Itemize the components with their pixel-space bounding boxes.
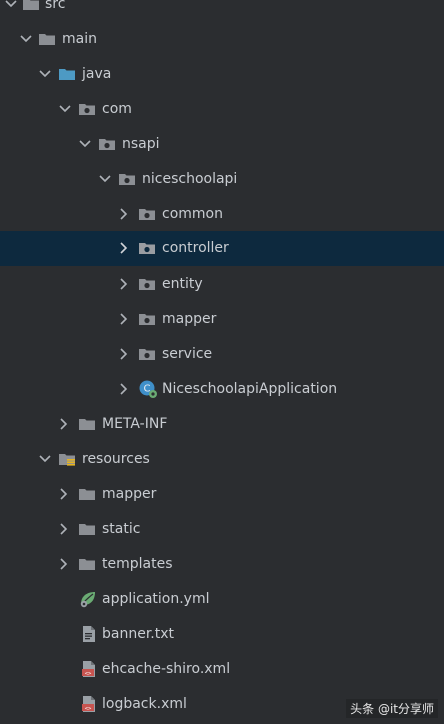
package-icon — [139, 279, 155, 290]
tree-row-niceschoolapi[interactable]: niceschoolapi — [0, 162, 444, 197]
tree-row-static[interactable]: static — [0, 512, 444, 547]
chevron-right-icon[interactable] — [115, 276, 131, 292]
tree-item-label: com — [102, 101, 132, 117]
chevron-right-icon[interactable] — [55, 556, 71, 572]
chevron-right-icon[interactable] — [55, 416, 71, 432]
package-icon — [139, 243, 155, 254]
tree-item-label: service — [162, 346, 213, 362]
chevron-right-icon[interactable] — [55, 521, 71, 537]
tree-row-entity[interactable]: entity — [0, 267, 444, 302]
chevron-down-icon[interactable] — [37, 66, 53, 82]
tree-item-label: templates — [102, 556, 173, 572]
tree-item-label: common — [162, 206, 223, 222]
tree-row-niceschoolapi-application[interactable]: C NiceschoolapiApplication — [0, 372, 444, 407]
tree-item-label: src — [45, 0, 66, 12]
folder-icon — [79, 489, 95, 500]
svg-text:<>: <> — [85, 671, 92, 677]
chevron-right-icon[interactable] — [115, 240, 131, 256]
svg-text:<>: <> — [85, 706, 92, 712]
tree-item-label: application.yml — [102, 591, 210, 607]
text-file-icon — [83, 626, 95, 642]
tree-item-label: controller — [162, 240, 229, 256]
package-icon — [139, 349, 155, 360]
tree-row-resources[interactable]: resources — [0, 442, 444, 477]
source-folder-icon — [59, 69, 75, 80]
tree-row-banner-txt[interactable]: banner.txt — [0, 617, 444, 652]
tree-row-java[interactable]: java — [0, 57, 444, 92]
tree-row-com[interactable]: com — [0, 92, 444, 127]
chevron-down-icon[interactable] — [37, 451, 53, 467]
package-icon — [99, 139, 115, 150]
tree-item-label: static — [102, 521, 141, 537]
tree-row-meta-inf[interactable]: META-INF — [0, 407, 444, 442]
package-icon — [139, 314, 155, 325]
tree-row-ehcache-shiro-xml[interactable]: <> ehcache-shiro.xml — [0, 652, 444, 687]
xml-file-icon: <> — [82, 661, 95, 677]
chevron-down-icon[interactable] — [97, 171, 113, 187]
tree-item-label: logback.xml — [102, 696, 187, 712]
tree-row-main[interactable]: main — [0, 22, 444, 57]
tree-item-label: resources — [82, 451, 150, 467]
tree-item-label: java — [82, 66, 112, 82]
tree-row-templates[interactable]: templates — [0, 547, 444, 582]
package-icon — [79, 104, 95, 115]
tree-item-label: niceschoolapi — [142, 171, 238, 187]
folder-icon — [79, 419, 95, 430]
tree-row-resources-mapper[interactable]: mapper — [0, 477, 444, 512]
tree-item-label: META-INF — [102, 416, 168, 432]
chevron-right-icon[interactable] — [55, 486, 71, 502]
chevron-right-icon[interactable] — [115, 346, 131, 362]
tree-item-label: main — [62, 31, 97, 47]
package-icon — [119, 174, 135, 185]
folder-icon — [23, 0, 39, 10]
folder-icon — [39, 34, 55, 45]
xml-file-icon: <> — [82, 696, 95, 712]
tree-row-application-yml[interactable]: application.yml — [0, 582, 444, 617]
tree-row-src[interactable]: src — [0, 0, 444, 22]
spring-config-file-icon — [80, 592, 95, 608]
tree-item-label: ehcache-shiro.xml — [102, 661, 231, 677]
chevron-down-icon[interactable] — [3, 0, 19, 12]
tree-row-common[interactable]: common — [0, 197, 444, 232]
tree-row-controller[interactable]: controller — [0, 231, 444, 266]
tree-row-nsapi[interactable]: nsapi — [0, 127, 444, 162]
folder-icon — [79, 524, 95, 535]
folder-icon — [79, 559, 95, 570]
chevron-right-icon[interactable] — [115, 311, 131, 327]
resources-folder-icon — [59, 454, 75, 466]
chevron-right-icon[interactable] — [115, 206, 131, 222]
tree-item-label: mapper — [162, 311, 217, 327]
watermark: 头条 @it分享师 — [346, 699, 438, 718]
chevron-right-icon[interactable] — [115, 381, 131, 397]
tree-row-service[interactable]: service — [0, 337, 444, 372]
tree-row-mapper[interactable]: mapper — [0, 302, 444, 337]
chevron-down-icon[interactable] — [77, 136, 93, 152]
project-tree: src main java com nsapi niceschoolapi co… — [0, 0, 444, 724]
chevron-down-icon[interactable] — [57, 101, 73, 117]
spring-boot-class-icon: C — [139, 380, 157, 398]
chevron-down-icon[interactable] — [18, 31, 34, 47]
tree-item-label: entity — [162, 276, 203, 292]
tree-item-label: mapper — [102, 486, 157, 502]
tree-item-label: nsapi — [122, 136, 160, 152]
tree-item-label: banner.txt — [102, 626, 175, 642]
package-icon — [139, 209, 155, 220]
tree-item-label: NiceschoolapiApplication — [162, 381, 338, 397]
